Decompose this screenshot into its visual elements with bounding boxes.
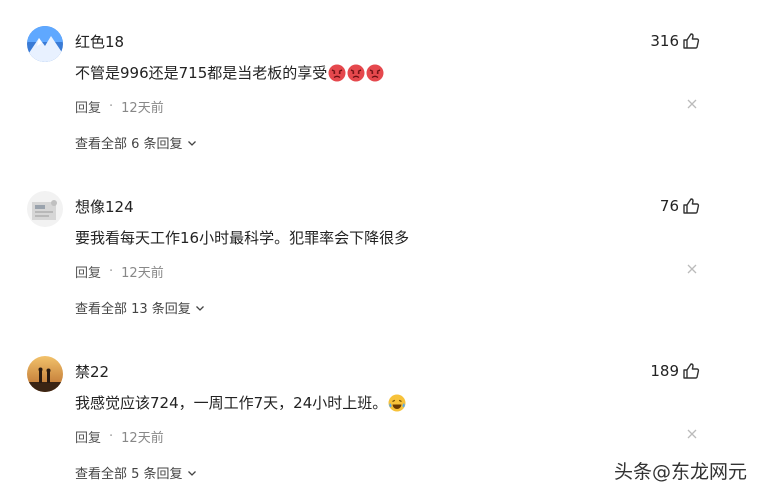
username[interactable]: 红色18 xyxy=(75,31,124,52)
watermark: 头条@东龙网元 xyxy=(613,461,747,483)
like-count: 316 xyxy=(650,32,679,50)
timestamp: 12天前 xyxy=(121,266,164,281)
reply-button[interactable]: 回复 xyxy=(75,97,101,116)
chevron-down-icon xyxy=(187,140,196,146)
like-count: 76 xyxy=(659,197,679,215)
reply-button[interactable]: 回复 xyxy=(75,427,101,446)
timestamp: 12天前 xyxy=(121,101,164,116)
meta-separator: · xyxy=(109,264,114,279)
username[interactable]: 禁22 xyxy=(75,361,109,382)
comment-meta: 回复 · 12天前 xyxy=(75,427,164,446)
angry-face-icon xyxy=(366,64,384,82)
meta-separator: · xyxy=(109,429,114,444)
like-button[interactable]: 189 xyxy=(650,361,700,381)
timestamp: 12天前 xyxy=(121,431,164,446)
view-all-replies-button[interactable]: 查看全部 6 条回复 xyxy=(75,133,197,152)
laugh-cry-face-icon xyxy=(388,394,406,412)
comment-text-body: 不管是996还是715都是当老板的享受 xyxy=(75,64,328,82)
comment-item: 红色18 316 不管是996还是715都是当老板的享受 回复 · 12天前 查… xyxy=(0,0,761,165)
view-all-replies-label: 查看全部 6 条回复 xyxy=(75,137,183,152)
reply-button[interactable]: 回复 xyxy=(75,262,101,281)
chevron-down-icon xyxy=(187,470,196,476)
comment-text: 我感觉应该724，一周工作7天，24小时上班。 xyxy=(75,392,406,413)
comment-text-body: 要我看每天工作16小时最科学。犯罪率会下降很多 xyxy=(75,229,410,247)
close-icon[interactable] xyxy=(686,263,698,275)
avatar[interactable] xyxy=(27,191,63,227)
avatar[interactable] xyxy=(27,26,63,62)
close-icon[interactable] xyxy=(686,98,698,110)
view-all-replies-label: 查看全部 13 条回复 xyxy=(75,302,191,317)
comment-item: 想像124 76 要我看每天工作16小时最科学。犯罪率会下降很多 回复 · 12… xyxy=(0,165,761,330)
view-all-replies-label: 查看全部 5 条回复 xyxy=(75,467,183,482)
username[interactable]: 想像124 xyxy=(75,196,134,217)
angry-face-icon xyxy=(328,64,346,82)
mountain-avatar-icon xyxy=(27,26,63,62)
meta-separator: · xyxy=(109,99,114,114)
view-all-replies-button[interactable]: 查看全部 13 条回复 xyxy=(75,298,205,317)
like-button[interactable]: 316 xyxy=(650,31,700,51)
thumbs-up-icon xyxy=(683,363,700,379)
like-count: 189 xyxy=(650,362,679,380)
comment-meta: 回复 · 12天前 xyxy=(75,97,164,116)
chevron-down-icon xyxy=(195,305,204,311)
thumbs-up-icon xyxy=(683,33,700,49)
angry-face-icon xyxy=(347,64,365,82)
thumbs-up-icon xyxy=(683,198,700,214)
comment-text: 要我看每天工作16小时最科学。犯罪率会下降很多 xyxy=(75,227,409,248)
comment-text: 不管是996还是715都是当老板的享受 xyxy=(75,62,384,83)
sunset-avatar-icon xyxy=(27,356,63,392)
avatar[interactable] xyxy=(27,356,63,392)
view-all-replies-button[interactable]: 查看全部 5 条回复 xyxy=(75,463,197,482)
comment-meta: 回复 · 12天前 xyxy=(75,262,164,281)
photo-avatar-icon xyxy=(27,191,63,227)
comment-text-body: 我感觉应该724，一周工作7天，24小时上班。 xyxy=(75,394,388,412)
like-button[interactable]: 76 xyxy=(660,196,700,216)
close-icon[interactable] xyxy=(686,428,698,440)
